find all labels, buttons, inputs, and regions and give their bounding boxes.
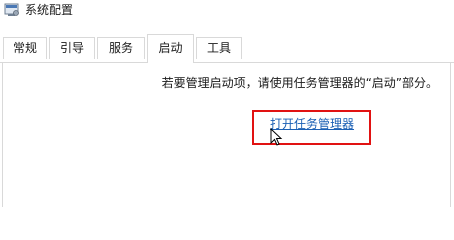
tab-strip: 常规 引导 服务 启动 工具: [0, 34, 454, 63]
system-config-icon: [4, 2, 20, 18]
mouse-pointer-icon: [270, 127, 284, 148]
window-title: 系统配置: [25, 3, 74, 17]
tab-startup[interactable]: 启动: [147, 34, 194, 63]
tab-tools[interactable]: 工具: [196, 37, 242, 59]
startup-info-text: 若要管理启动项，请使用任务管理器的“启动”部分。: [161, 76, 438, 90]
tab-boot[interactable]: 引导: [49, 37, 95, 59]
tab-services[interactable]: 服务: [97, 37, 145, 59]
title-bar: 系统配置: [0, 0, 454, 30]
tab-general[interactable]: 常规: [3, 37, 47, 59]
